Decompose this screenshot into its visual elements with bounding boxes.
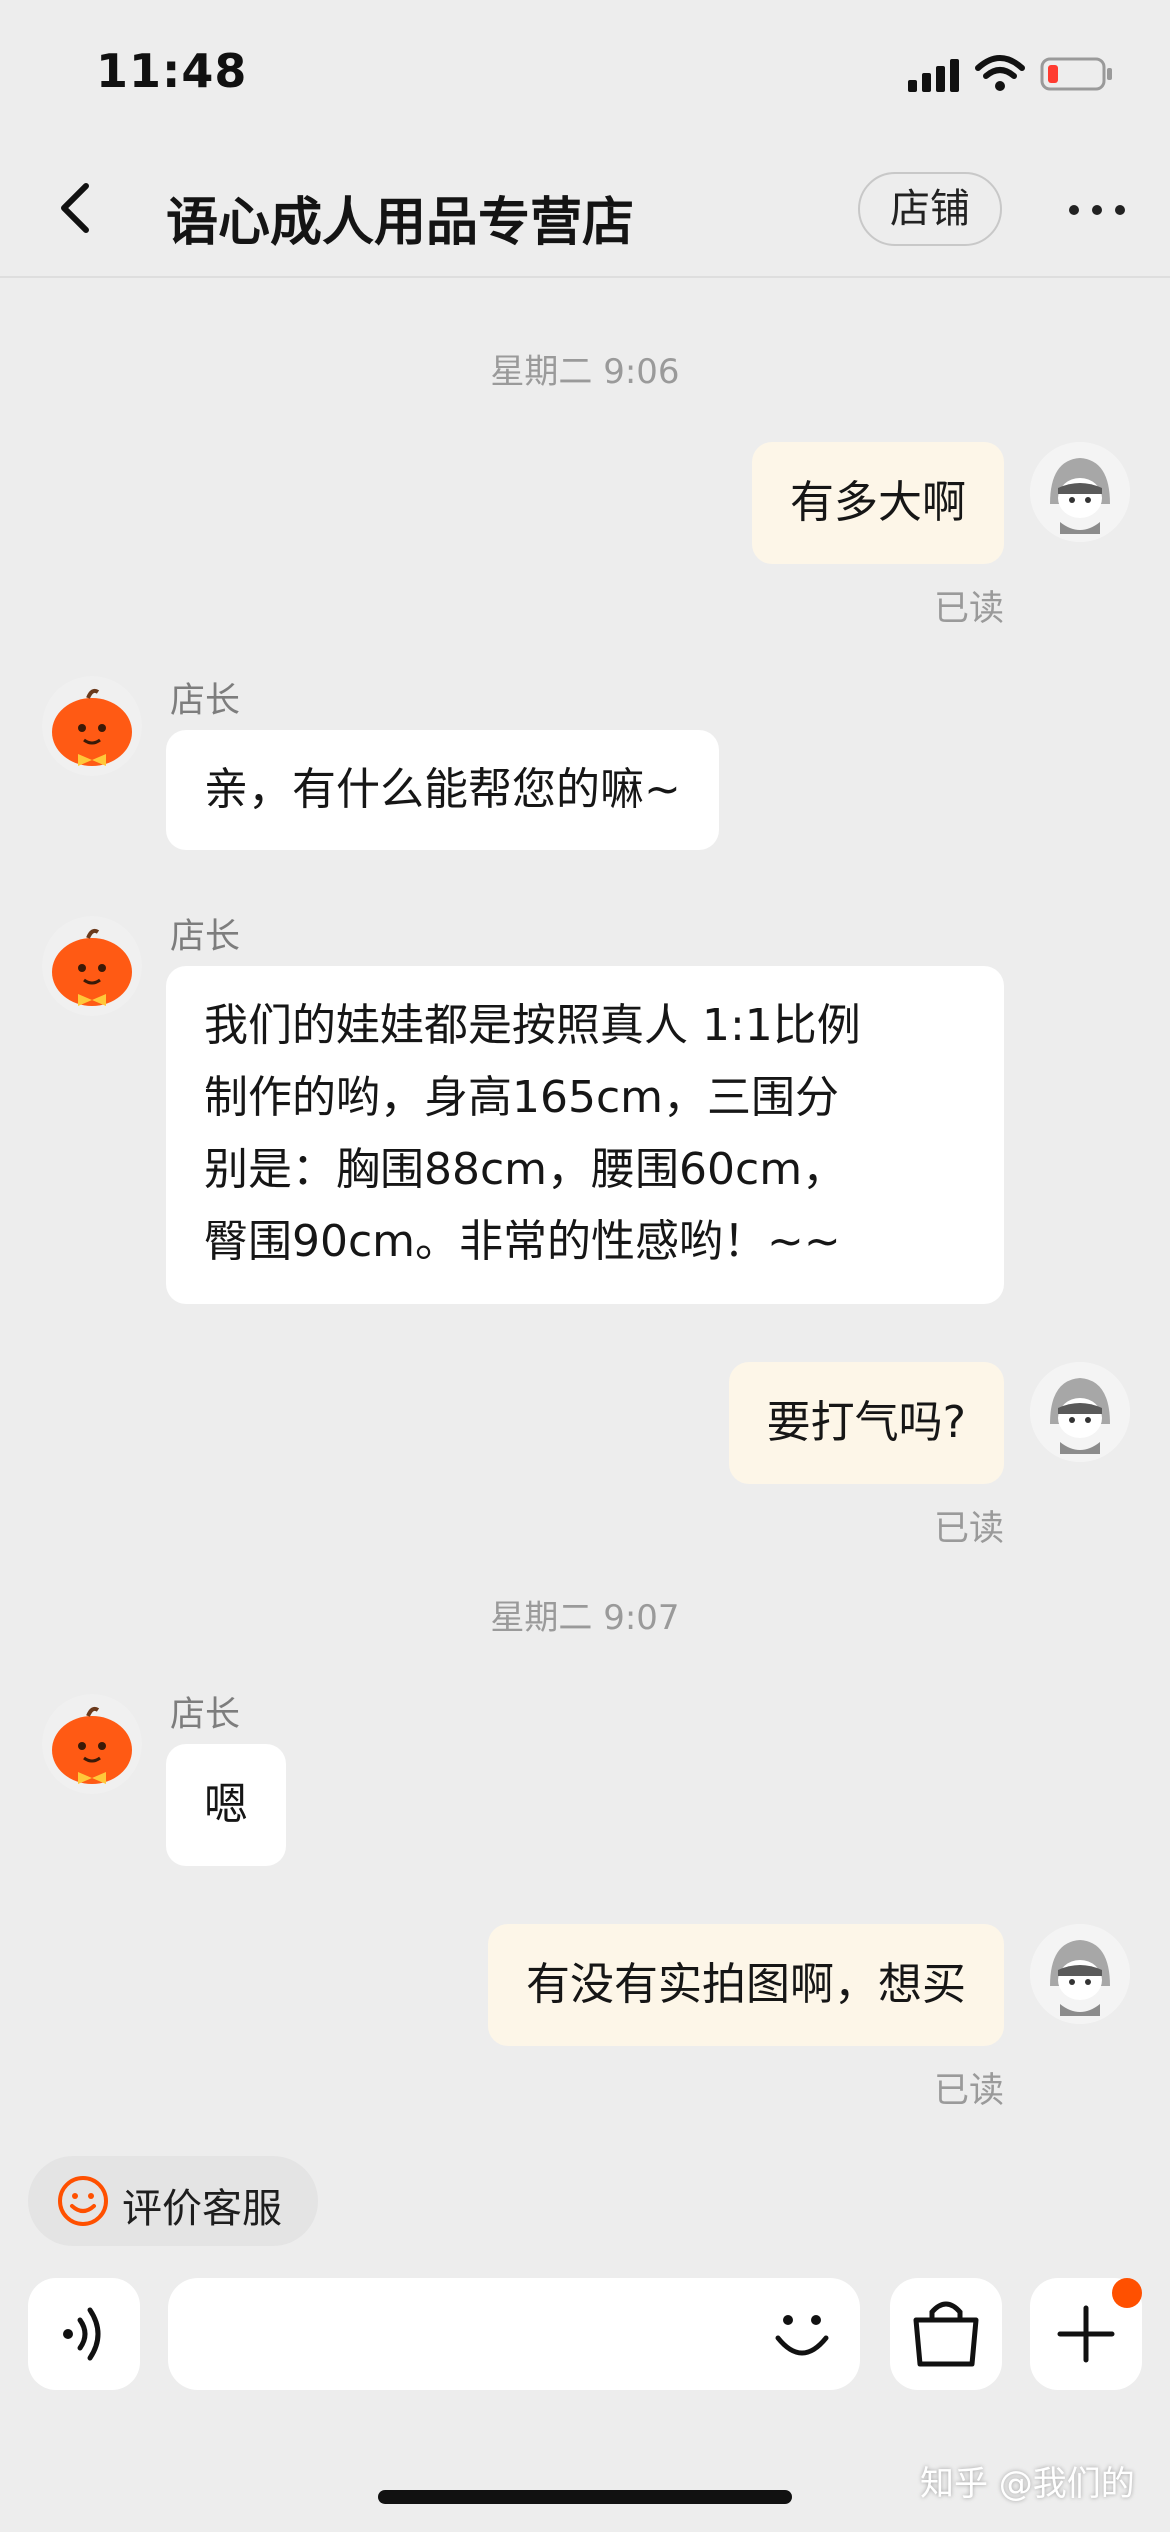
smiley-icon (58, 2176, 108, 2226)
sender-name: 店长 (170, 681, 241, 721)
product-button[interactable] (890, 2278, 1002, 2390)
message-line: 我们的娃娃都是按照真人 1:1比例 (204, 1000, 861, 1051)
shop-avatar[interactable] (42, 1694, 142, 1794)
message-line: 别是：胸围88cm，腰围60cm， (204, 1144, 847, 1195)
chat-title: 语心成人用品专营店 (166, 193, 635, 253)
rate-service-label: 评价客服 (122, 2186, 282, 2232)
shop-avatar[interactable] (42, 676, 142, 776)
emoji-icon[interactable] (764, 2296, 840, 2372)
user-avatar[interactable] (1030, 1362, 1130, 1462)
wifi-icon (975, 55, 1025, 91)
cellular-signal-icon (908, 59, 959, 92)
message-line: 制作的哟，身高165cm，三围分 (204, 1072, 840, 1123)
message-timestamp: 星期二 9:06 (490, 352, 680, 392)
shopping-bag-icon (913, 2301, 979, 2367)
message-line: 臀围90cm。非常的性感哟！~~ (204, 1216, 841, 1267)
incoming-message-bubble[interactable]: 嗯 (166, 1744, 286, 1866)
incoming-message-bubble[interactable]: 我们的娃娃都是按照真人 1:1比例 制作的哟，身高165cm，三围分 别是：胸围… (166, 966, 1004, 1304)
voice-button[interactable] (28, 2278, 140, 2390)
rate-service-button[interactable]: 评价客服 (28, 2156, 318, 2246)
outgoing-message-bubble[interactable]: 有没有实拍图啊，想买 (488, 1924, 1004, 2046)
chat-header: 语心成人用品专营店 店铺 (0, 140, 1170, 278)
back-chevron-icon[interactable] (48, 176, 108, 240)
more-options-icon[interactable] (1066, 198, 1128, 222)
read-receipt: 已读 (933, 589, 1004, 629)
voice-icon (63, 2307, 101, 2361)
home-indicator[interactable] (378, 2490, 792, 2504)
sender-name: 店长 (170, 1695, 241, 1735)
notification-dot (1112, 2278, 1142, 2308)
input-bar (0, 2270, 1170, 2400)
outgoing-message-bubble[interactable]: 有多大啊 (752, 442, 1004, 564)
message-timestamp: 星期二 9:07 (490, 1598, 680, 1638)
status-time: 11:48 (96, 44, 248, 98)
user-avatar[interactable] (1030, 442, 1130, 542)
outgoing-message-bubble[interactable]: 要打气吗? (728, 1362, 1004, 1484)
user-avatar[interactable] (1030, 1924, 1130, 2024)
message-input[interactable] (168, 2278, 860, 2390)
status-bar: 11:48 (0, 0, 1170, 140)
incoming-message-bubble[interactable]: 亲，有什么能帮您的嘛~ (166, 730, 719, 850)
battery-icon (1040, 57, 1112, 91)
read-receipt: 已读 (933, 2071, 1004, 2111)
shop-avatar[interactable] (42, 916, 142, 1016)
read-receipt: 已读 (933, 1509, 1004, 1549)
sender-name: 店长 (170, 917, 241, 957)
shop-button[interactable]: 店铺 (858, 172, 1002, 246)
watermark: 知乎 @我们的 (920, 2464, 1135, 2504)
